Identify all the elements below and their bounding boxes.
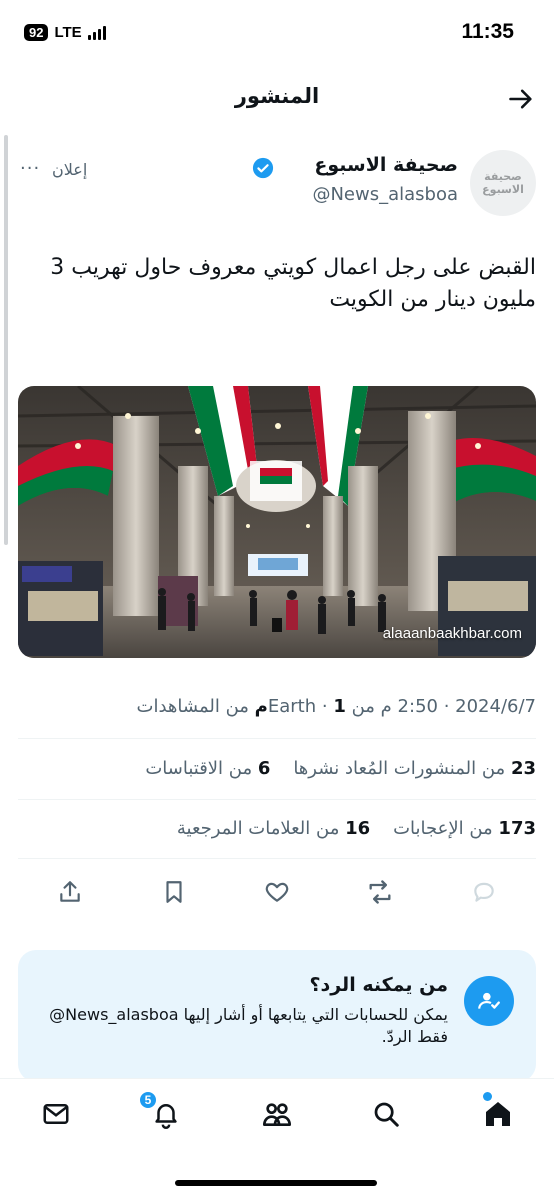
reply-button[interactable] <box>466 874 502 910</box>
bookmark-icon <box>166 881 182 903</box>
repost-button[interactable] <box>362 874 398 910</box>
author-name[interactable]: صحيفة الاسبوع <box>314 154 458 176</box>
likes-stat[interactable]: 173 من الإعجابات <box>387 818 536 839</box>
likes-bookmarks-stats: 173 من الإعجابات 16 من العلامات المرجعية <box>177 818 536 839</box>
mention-restriction-icon <box>464 976 514 1026</box>
reply-card-body: يمكن للحسابات التي يتابعها أو أشار إليها… <box>49 1005 448 1046</box>
status-bar-left: 92 LTE <box>24 24 106 41</box>
bookmarks-count: 16 <box>345 818 371 839</box>
heart-icon <box>265 882 289 902</box>
reposts-count: 23 <box>510 758 536 779</box>
arrow-back-icon <box>509 89 532 109</box>
mail-icon <box>43 1104 69 1124</box>
reply-restriction-card: من يمكنه الرد؟ يمكن للحسابات التي يتابعه… <box>18 950 536 1082</box>
divider <box>18 738 536 739</box>
quotes-count: 6 <box>257 758 271 779</box>
quotes-stat[interactable]: 6 من الاقتباسات <box>145 758 270 779</box>
reply-icon <box>474 882 494 902</box>
divider <box>18 858 536 859</box>
share-button[interactable] <box>52 874 88 910</box>
nav-communities[interactable] <box>257 1094 297 1134</box>
views-label[interactable]: من المشاهدات <box>137 696 249 717</box>
page-title: المنشور <box>234 84 320 108</box>
likes-label: من الإعجابات <box>393 818 493 839</box>
scroll-indicator[interactable] <box>4 135 8 545</box>
notifications-badge: 5 <box>138 1090 158 1110</box>
battery-indicator: 92 <box>24 24 49 41</box>
tweet-date: 2024/6/7 <box>455 696 536 717</box>
home-unread-dot <box>483 1092 492 1101</box>
network-label: LTE <box>54 24 82 41</box>
like-button[interactable] <box>259 874 295 910</box>
author-handle[interactable]: @News_alasboa <box>312 184 458 205</box>
home-indicator[interactable] <box>175 1180 377 1186</box>
status-time: 11:35 <box>461 20 514 43</box>
avatar-logo-text: صحيفة الاسبوع <box>482 170 524 196</box>
tweet-image[interactable]: alaaanbaakhbar.com <box>18 386 536 658</box>
ad-label: إعلان <box>52 160 88 179</box>
reposts-quotes-stats: 23 من المنشورات المُعاد نشرها 6 من الاقت… <box>145 758 536 779</box>
tweet-text: القبض على رجل اعمال كويتي معروف حاول تهر… <box>50 255 536 312</box>
nav-messages[interactable] <box>36 1094 76 1134</box>
tweet-time: 2:50 م <box>380 696 438 717</box>
reposts-stat[interactable]: 23 من المنشورات المُعاد نشرها <box>288 758 536 779</box>
search-icon <box>374 1102 399 1127</box>
home-icon <box>486 1102 510 1126</box>
quotes-label: من الاقتباسات <box>145 758 253 779</box>
back-button[interactable] <box>504 82 538 116</box>
likes-count: 173 <box>498 818 536 839</box>
avatar[interactable]: صحيفة الاسبوع <box>470 150 536 216</box>
airport-hall-photo <box>18 386 536 658</box>
divider <box>18 799 536 800</box>
repost-icon <box>369 880 391 904</box>
reposts-label: من المنشورات المُعاد نشرها <box>293 758 506 779</box>
image-watermark: alaaanbaakhbar.com <box>382 625 522 642</box>
signal-icon <box>87 25 106 40</box>
bookmarks-stat[interactable]: 16 من العلامات المرجعية <box>177 818 370 839</box>
verified-badge-icon <box>252 157 274 179</box>
reply-card-title: من يمكنه الرد؟ <box>309 974 448 996</box>
people-icon <box>263 1103 291 1126</box>
bookmarks-label: من العلامات المرجعية <box>176 818 340 839</box>
bookmark-button[interactable] <box>156 874 192 910</box>
tweet-meta: 2024/6/7 · 2:50 م من Earth · 1م من المشا… <box>136 696 536 717</box>
more-options-button[interactable]: ··· <box>20 158 40 179</box>
nav-search[interactable] <box>366 1094 406 1134</box>
share-icon <box>60 881 80 902</box>
